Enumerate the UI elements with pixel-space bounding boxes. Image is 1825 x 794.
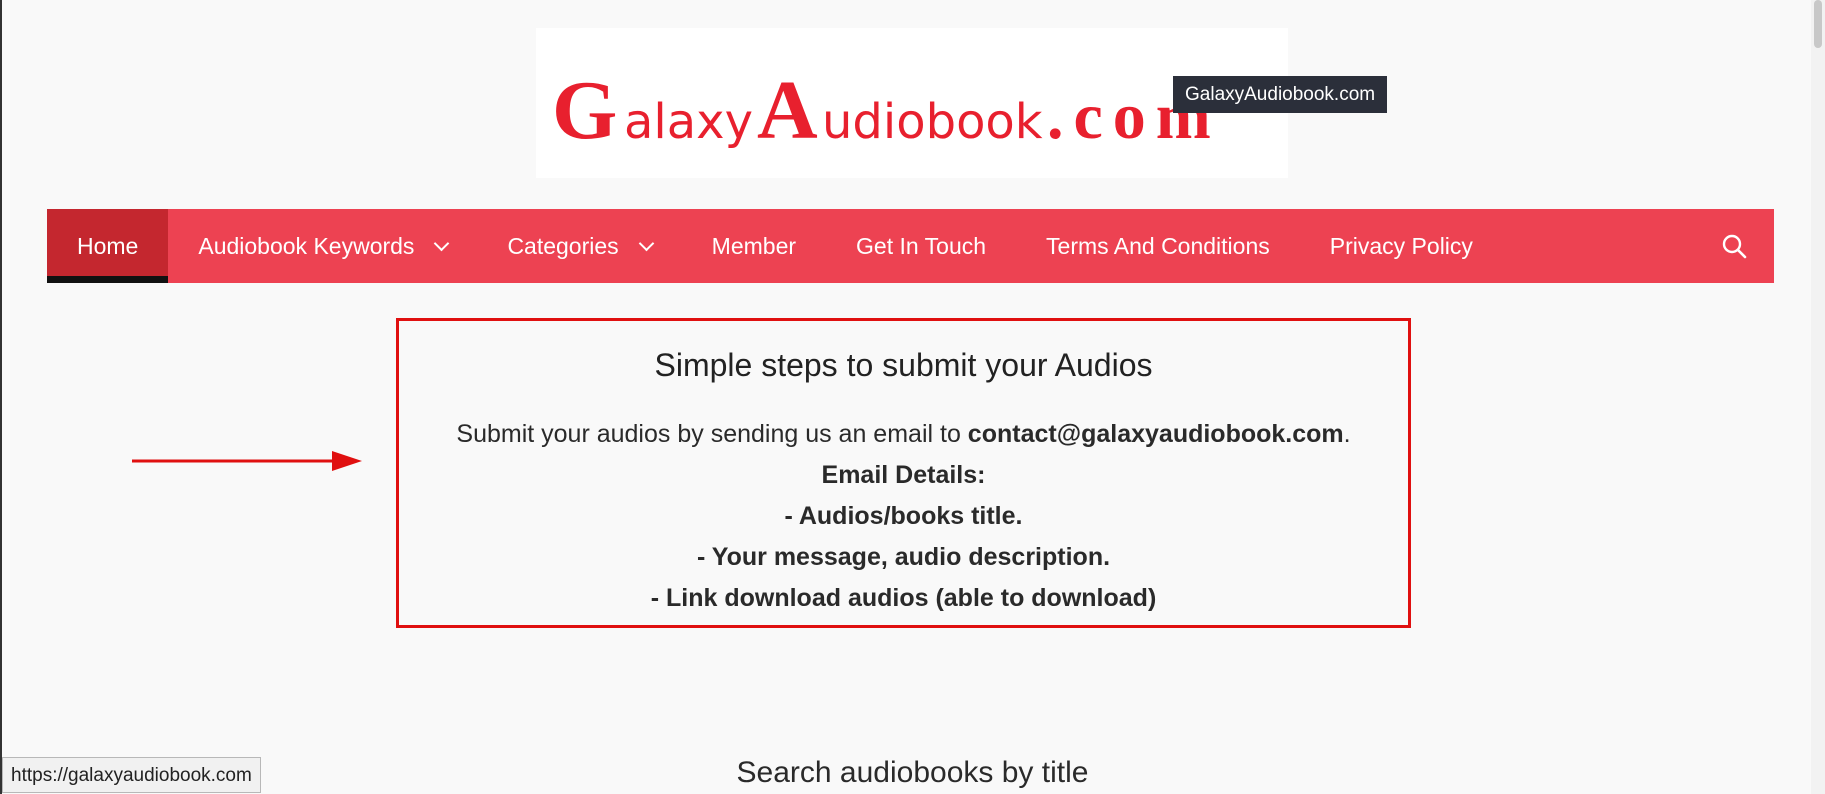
logo-word-udiobook: udiobook: [822, 94, 1043, 150]
nav-item-terms[interactable]: Terms And Conditions: [1016, 209, 1300, 283]
contact-email: contact@galaxyaudiobook.com: [967, 420, 1344, 448]
chevron-down-icon: [638, 235, 654, 251]
nav-item-categories[interactable]: Categories: [477, 209, 681, 283]
main-nav: Home Audiobook Keywords Categories Membe…: [47, 209, 1774, 283]
red-arrow-annotation: [132, 451, 362, 471]
nav-item-label: Privacy Policy: [1329, 232, 1473, 259]
email-detail-item: - Link download audios (able to download…: [650, 584, 1157, 612]
search-section-heading: Search audiobooks by title: [736, 756, 1089, 789]
nav-item-label: Terms And Conditions: [1046, 232, 1270, 259]
submit-intro-end: .: [1343, 420, 1351, 448]
logo-letter-g: G: [552, 64, 617, 157]
logo-word-alaxy: alaxy: [624, 94, 753, 150]
logo-letter-a: A: [757, 64, 818, 157]
submit-title: Simple steps to submit your Audios: [654, 347, 1153, 383]
chevron-down-icon: [434, 235, 450, 251]
nav-item-get-in-touch[interactable]: Get In Touch: [826, 209, 1016, 283]
submit-intro-line: Submit your audios by sending us an emai…: [399, 414, 1408, 455]
email-detail-item: - Your message, audio description.: [696, 543, 1111, 571]
nav-item-label: Categories: [507, 232, 619, 259]
status-bar-url: https://galaxyaudiobook.com: [2, 757, 261, 793]
nav-item-label: Home: [77, 232, 139, 259]
nav-item-member[interactable]: Member: [682, 209, 826, 283]
search-icon: [1722, 234, 1747, 259]
email-detail-item: - Audios/books title.: [784, 502, 1023, 530]
nav-item-privacy[interactable]: Privacy Policy: [1300, 209, 1503, 283]
nav-item-label: Member: [711, 232, 797, 259]
site-logo: G alaxy A udiobook .com: [552, 64, 1211, 157]
browser-viewport: G alaxy A udiobook .com GalaxyAudiobook.…: [0, 0, 1825, 794]
nav-item-home[interactable]: Home: [47, 209, 169, 283]
nav-item-label: Audiobook Keywords: [198, 232, 415, 259]
vertical-scrollbar[interactable]: [1811, 0, 1825, 794]
email-details-heading: Email Details:: [821, 461, 986, 489]
submit-instructions-box: Simple steps to submit your Audios Submi…: [396, 318, 1411, 628]
submit-intro-text: Submit your audios by sending us an emai…: [456, 420, 968, 448]
logo-tooltip: GalaxyAudiobook.com: [1173, 76, 1388, 113]
nav-item-label: Get In Touch: [856, 232, 987, 259]
nav-search-button[interactable]: [1694, 209, 1774, 283]
nav-item-audiobook-keywords[interactable]: Audiobook Keywords: [168, 209, 477, 283]
window-edge: [0, 0, 2, 794]
scrollbar-thumb[interactable]: [1814, 0, 1822, 48]
